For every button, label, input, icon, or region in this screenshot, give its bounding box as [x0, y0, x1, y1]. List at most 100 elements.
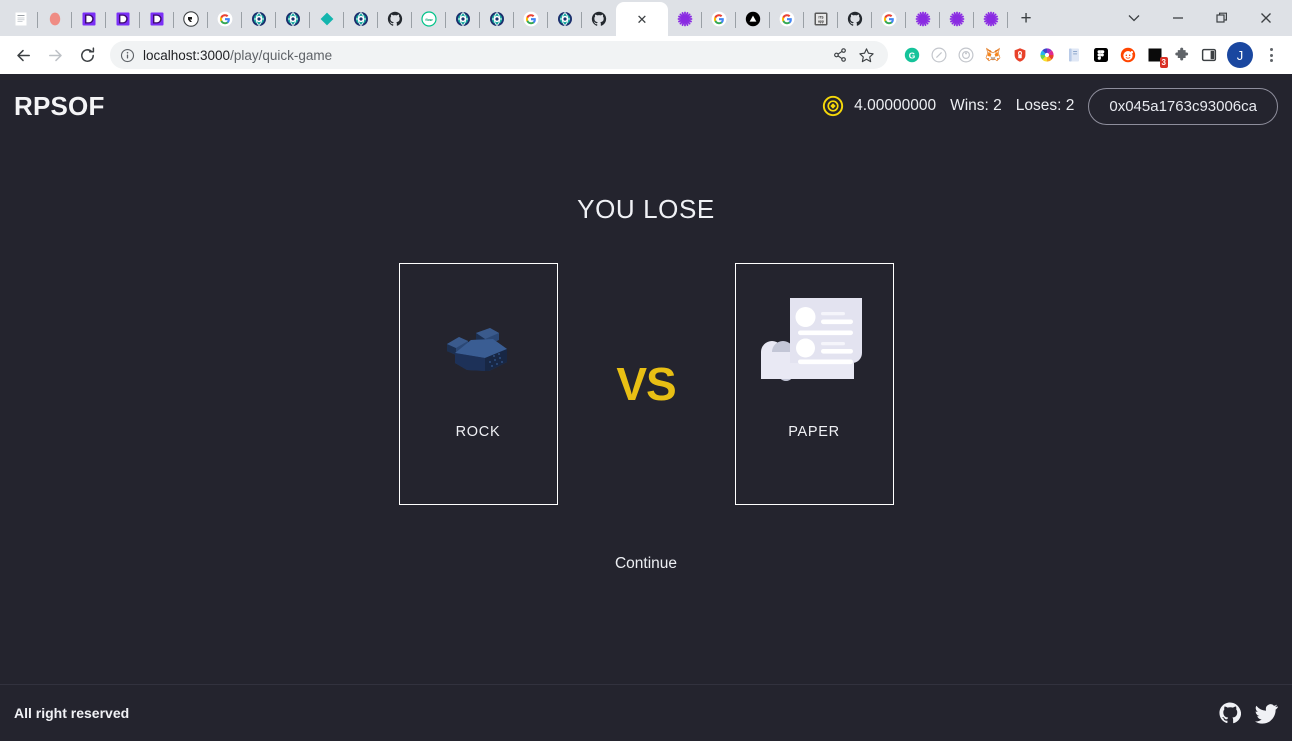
tab-github-3[interactable] [838, 2, 872, 36]
tab-flow[interactable]: flow [412, 2, 446, 36]
tab-dev-2[interactable] [106, 2, 140, 36]
tab-ghost[interactable] [174, 2, 208, 36]
copyright-text: All right reserved [14, 705, 130, 721]
player-choice-card[interactable]: ROCK [398, 263, 558, 505]
ext-metamask[interactable] [981, 43, 1005, 67]
tab-dev-3[interactable] [140, 2, 174, 36]
document-icon [13, 11, 29, 27]
tab-pink-blob[interactable] [38, 2, 72, 36]
tab-asterisk-4[interactable] [974, 2, 1008, 36]
ext-keeper[interactable] [1008, 43, 1032, 67]
metamask-fox-icon [985, 47, 1001, 63]
profile-avatar[interactable]: J [1227, 42, 1253, 68]
target-grey-icon [958, 47, 974, 63]
maximize-restore-icon[interactable] [1200, 2, 1244, 34]
loses-counter: Loses: 2 [1015, 97, 1075, 114]
github-link[interactable] [1219, 702, 1241, 724]
tab-google-1[interactable] [208, 2, 242, 36]
app-footer: All right reserved [0, 685, 1292, 741]
github-icon [591, 11, 607, 27]
ext-compass[interactable] [927, 43, 951, 67]
tab-triangle[interactable] [736, 2, 770, 36]
tab-group-left: flow [4, 2, 616, 36]
star-icon[interactable] [854, 43, 878, 67]
ext-notebook[interactable] [1062, 43, 1086, 67]
google-icon [779, 11, 795, 27]
forward-button[interactable] [40, 40, 70, 70]
game-main: YOU LOSE ROCK VS PAPER Continue [0, 138, 1292, 684]
address-bar[interactable]: localhost:3000/play/quick-game [110, 41, 888, 69]
tab-asterisk-1[interactable] [668, 2, 702, 36]
keeper-lock-icon [1012, 47, 1028, 63]
side-panel-icon [1201, 47, 1217, 63]
teal-globe-icon [557, 11, 573, 27]
new-tab-button[interactable]: + [1012, 5, 1040, 33]
ext-black-square[interactable]: 3 [1143, 43, 1168, 68]
purple-asterisk-icon [677, 11, 693, 27]
url-text: localhost:3000/play/quick-game [143, 47, 333, 63]
tab-group-right: ITS app [668, 2, 1008, 36]
ext-figma[interactable] [1089, 43, 1113, 67]
tab-globe-4[interactable] [446, 2, 480, 36]
tab-actions: + [1012, 5, 1040, 36]
wallet-address-button[interactable]: 0x045a1763c93006ca [1088, 87, 1278, 125]
tab-asterisk-3[interactable] [940, 2, 974, 36]
extensions-strip: G3 [896, 43, 1221, 68]
tab-google-3[interactable] [702, 2, 736, 36]
tab-diamond[interactable] [310, 2, 344, 36]
tab-its-app[interactable]: ITS app [804, 2, 838, 36]
tab-globe-6[interactable] [548, 2, 582, 36]
tab-google-5[interactable] [872, 2, 906, 36]
ext-reddit[interactable] [1116, 43, 1140, 67]
extension-badge: 3 [1159, 57, 1168, 68]
google-icon [711, 11, 727, 27]
teal-globe-icon [251, 11, 267, 27]
tab-close-icon[interactable]: ✕ [637, 13, 648, 26]
tab-doc[interactable] [4, 2, 38, 36]
paper-document-icon [736, 264, 893, 424]
tab-dev-1[interactable] [72, 2, 106, 36]
ext-puzzle[interactable] [1170, 43, 1194, 67]
puzzle-piece-icon [1174, 47, 1190, 63]
tab-asterisk-2[interactable] [906, 2, 940, 36]
omnibox-actions [828, 43, 878, 67]
header-right-group: 4.00000000 Wins: 2 Loses: 2 0x045a1763c9… [822, 87, 1278, 125]
app-logo[interactable]: RPSOF [14, 91, 105, 122]
vs-label: VS [616, 358, 676, 410]
tab-globe-1[interactable] [242, 2, 276, 36]
tab-github-2[interactable] [582, 2, 616, 36]
wins-counter: Wins: 2 [950, 97, 1002, 114]
close-window-icon[interactable] [1244, 2, 1288, 34]
rock-3d-icon [400, 264, 557, 424]
figma-icon [1093, 47, 1109, 63]
tab-google-4[interactable] [770, 2, 804, 36]
browser-chrome: flow ✕ ITS app + localhost:3000/play/qui… [0, 0, 1292, 74]
reload-button[interactable] [72, 40, 102, 70]
twitter-link[interactable] [1255, 702, 1278, 725]
google-icon [217, 11, 233, 27]
reddit-icon [1120, 47, 1136, 63]
chrome-menu-icon[interactable] [1258, 48, 1284, 62]
share-icon[interactable] [828, 43, 852, 67]
tab-search-icon[interactable] [1112, 2, 1156, 34]
back-button[interactable] [8, 40, 38, 70]
ext-colorpicker[interactable] [1035, 43, 1059, 67]
dev-purple-icon [149, 11, 165, 27]
ext-grammarly[interactable]: G [900, 43, 924, 67]
ext-target[interactable] [954, 43, 978, 67]
tab-globe-5[interactable] [480, 2, 514, 36]
svg-text:G: G [909, 50, 916, 60]
minimize-icon[interactable] [1156, 2, 1200, 34]
tab-google-2[interactable] [514, 2, 548, 36]
teal-globe-icon [353, 11, 369, 27]
continue-button[interactable]: Continue [615, 555, 677, 573]
browser-toolbar: localhost:3000/play/quick-game G 3 J [0, 36, 1292, 74]
purple-asterisk-icon [949, 11, 965, 27]
ext-sidepanel[interactable] [1197, 43, 1221, 67]
tab-active-quick-game[interactable]: ✕ [616, 2, 668, 36]
site-info-icon[interactable] [120, 48, 135, 63]
tab-globe-2[interactable] [276, 2, 310, 36]
tab-globe-3[interactable] [344, 2, 378, 36]
tab-github-1[interactable] [378, 2, 412, 36]
opponent-choice-card[interactable]: PAPER [734, 263, 894, 505]
